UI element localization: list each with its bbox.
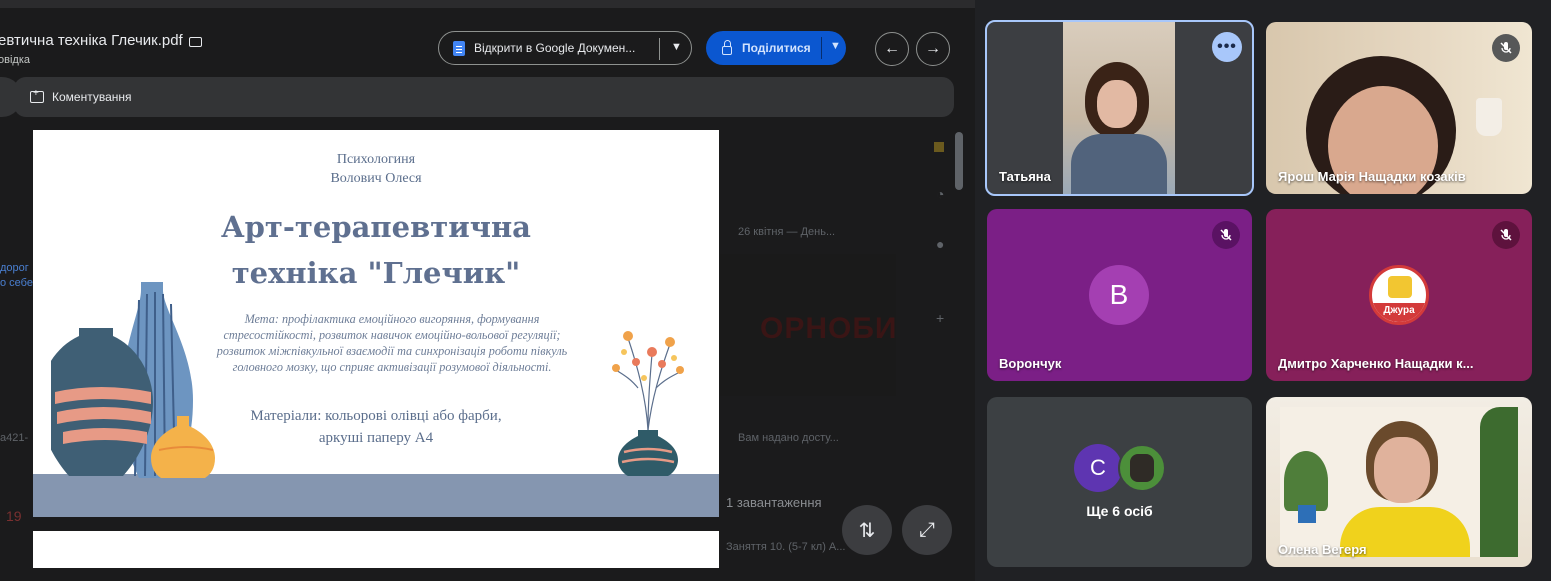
document-title-text: евтична техніка Глечик.pdf — [0, 32, 183, 49]
muted-mic-icon — [1492, 34, 1520, 62]
participant-tile-kharchenko[interactable]: Джура Дмитро Харченко Нащадки к... — [1266, 209, 1532, 381]
scrollbar[interactable] — [955, 132, 963, 190]
folder-move-icon[interactable] — [188, 36, 202, 47]
bg-left-text: а421- — [0, 432, 29, 444]
logo-emblem — [1388, 276, 1412, 298]
add-comment-icon — [30, 88, 44, 103]
video-feed — [1063, 22, 1175, 194]
open-in-google-docs-button[interactable]: Відкрити в Google Докумен... ▼ — [438, 31, 692, 65]
chevron-down-icon[interactable]: ▼ — [671, 41, 682, 53]
avatar-figure — [1130, 454, 1154, 482]
expand-icon: ⤢ — [919, 518, 935, 541]
participant-name: Татьяна — [999, 169, 1051, 184]
bg-left-text: дорог — [0, 262, 29, 274]
more-options-button[interactable]: ••• — [1212, 32, 1242, 62]
participant-tile-others[interactable]: С Ще 6 осіб — [987, 397, 1252, 567]
add-app-icon[interactable]: + — [936, 310, 944, 326]
arrow-left-icon: ← — [884, 40, 900, 57]
avatar: В — [1089, 265, 1149, 325]
bg-list-item: 26 квітня — День... — [738, 226, 836, 238]
vases-illustration — [51, 282, 215, 478]
shared-screen: евтична техніка Глечик.pdf овідка Відкри… — [0, 0, 975, 581]
participant-tile-vegerya[interactable]: Олена Вегеря — [1266, 397, 1532, 567]
contacts-icon[interactable]: ● — [936, 236, 944, 252]
bg-list-item: Вам надано досту... — [738, 432, 839, 444]
flower-vase-illustration — [612, 331, 684, 476]
plant-right — [1480, 407, 1518, 557]
participant-tile-voronchuk[interactable]: В Ворончук — [987, 209, 1252, 381]
side-app-icon[interactable]: ◔ — [936, 186, 944, 202]
plant-pot — [1298, 505, 1316, 523]
participant-name: Олена Вегеря — [1278, 542, 1367, 557]
next-page-preview — [33, 531, 719, 568]
face — [1374, 437, 1430, 503]
participant-tile-yarosh[interactable]: Ярош Марія Нащадки козаків — [1266, 22, 1532, 194]
side-app-icon[interactable] — [934, 142, 944, 152]
slide-title-line1: Арт-терапевтична — [221, 210, 531, 244]
divider — [821, 37, 822, 59]
next-arrow-button[interactable]: → — [916, 32, 950, 66]
share-label: Поділитися — [742, 41, 811, 55]
slide-floor-band — [33, 474, 719, 517]
google-docs-icon — [453, 40, 465, 56]
meet-window: евтична техніка Глечик.pdf овідка Відкри… — [0, 0, 1551, 581]
document-toolbar: Коментування — [0, 77, 954, 117]
presentation-slide: Психологиня Волович Олеся Арт-терапевтич… — [33, 130, 719, 517]
logo-text: Джура — [1372, 303, 1426, 322]
slide-author-role: Психологиня — [336, 152, 416, 167]
muted-mic-icon — [1492, 221, 1520, 249]
avatar — [1118, 444, 1166, 492]
slide-goal-text: Мета: профілактика емоційного вигоряння,… — [216, 312, 568, 374]
bg-thumbnail-text: ОРНОБИЛЬ — [760, 312, 896, 345]
lamp-shade — [1476, 98, 1502, 136]
previous-arrow-button[interactable]: ← — [875, 32, 909, 66]
slide-author-name: Волович Олеся — [330, 171, 422, 186]
bg-strip — [33, 517, 719, 531]
share-button[interactable]: Поділитися ▼ — [706, 31, 846, 65]
participant-name: Дмитро Харченко Нащадки к... — [1278, 356, 1474, 371]
arrow-right-icon: → — [925, 40, 941, 57]
divider — [659, 38, 660, 60]
document-title: евтична техніка Глечик.pdf — [0, 32, 202, 49]
plant-left — [1284, 451, 1328, 511]
participant-name: Ворончук — [999, 356, 1062, 371]
bg-download-count: 1 завантаження — [726, 495, 822, 510]
lock-icon — [722, 39, 732, 55]
bg-left-text: 19 — [6, 508, 22, 524]
participant-name: Ярош Марія Нащадки козаків — [1278, 169, 1466, 184]
comment-mode-label[interactable]: Коментування — [52, 90, 132, 104]
document-subtitle: овідка — [0, 54, 30, 66]
screen-top-edge — [0, 0, 975, 8]
bg-video-thumbnail: ОРНОБИЛЬ — [720, 254, 896, 396]
toolbar-left-cap[interactable] — [0, 77, 22, 117]
avatar: Джура — [1369, 265, 1429, 325]
chevron-down-icon[interactable]: ▼ — [830, 40, 841, 52]
others-count-label: Ще 6 осіб — [1086, 503, 1153, 519]
bg-list-item: Заняття 10. (5-7 кл) А... — [726, 541, 846, 553]
participant-tile-tatiana[interactable]: ••• Татьяна — [985, 20, 1254, 196]
swap-layout-button[interactable]: ⇅ — [842, 505, 892, 555]
bg-left-text: о себе — [0, 277, 33, 289]
fullscreen-button[interactable]: ⤢ — [902, 505, 952, 555]
open-in-docs-label: Відкрити в Google Докумен... — [474, 41, 636, 55]
avatar: С — [1074, 444, 1122, 492]
swap-vertical-icon: ⇅ — [858, 519, 876, 542]
video-feed — [1280, 407, 1518, 557]
muted-mic-icon — [1212, 221, 1240, 249]
